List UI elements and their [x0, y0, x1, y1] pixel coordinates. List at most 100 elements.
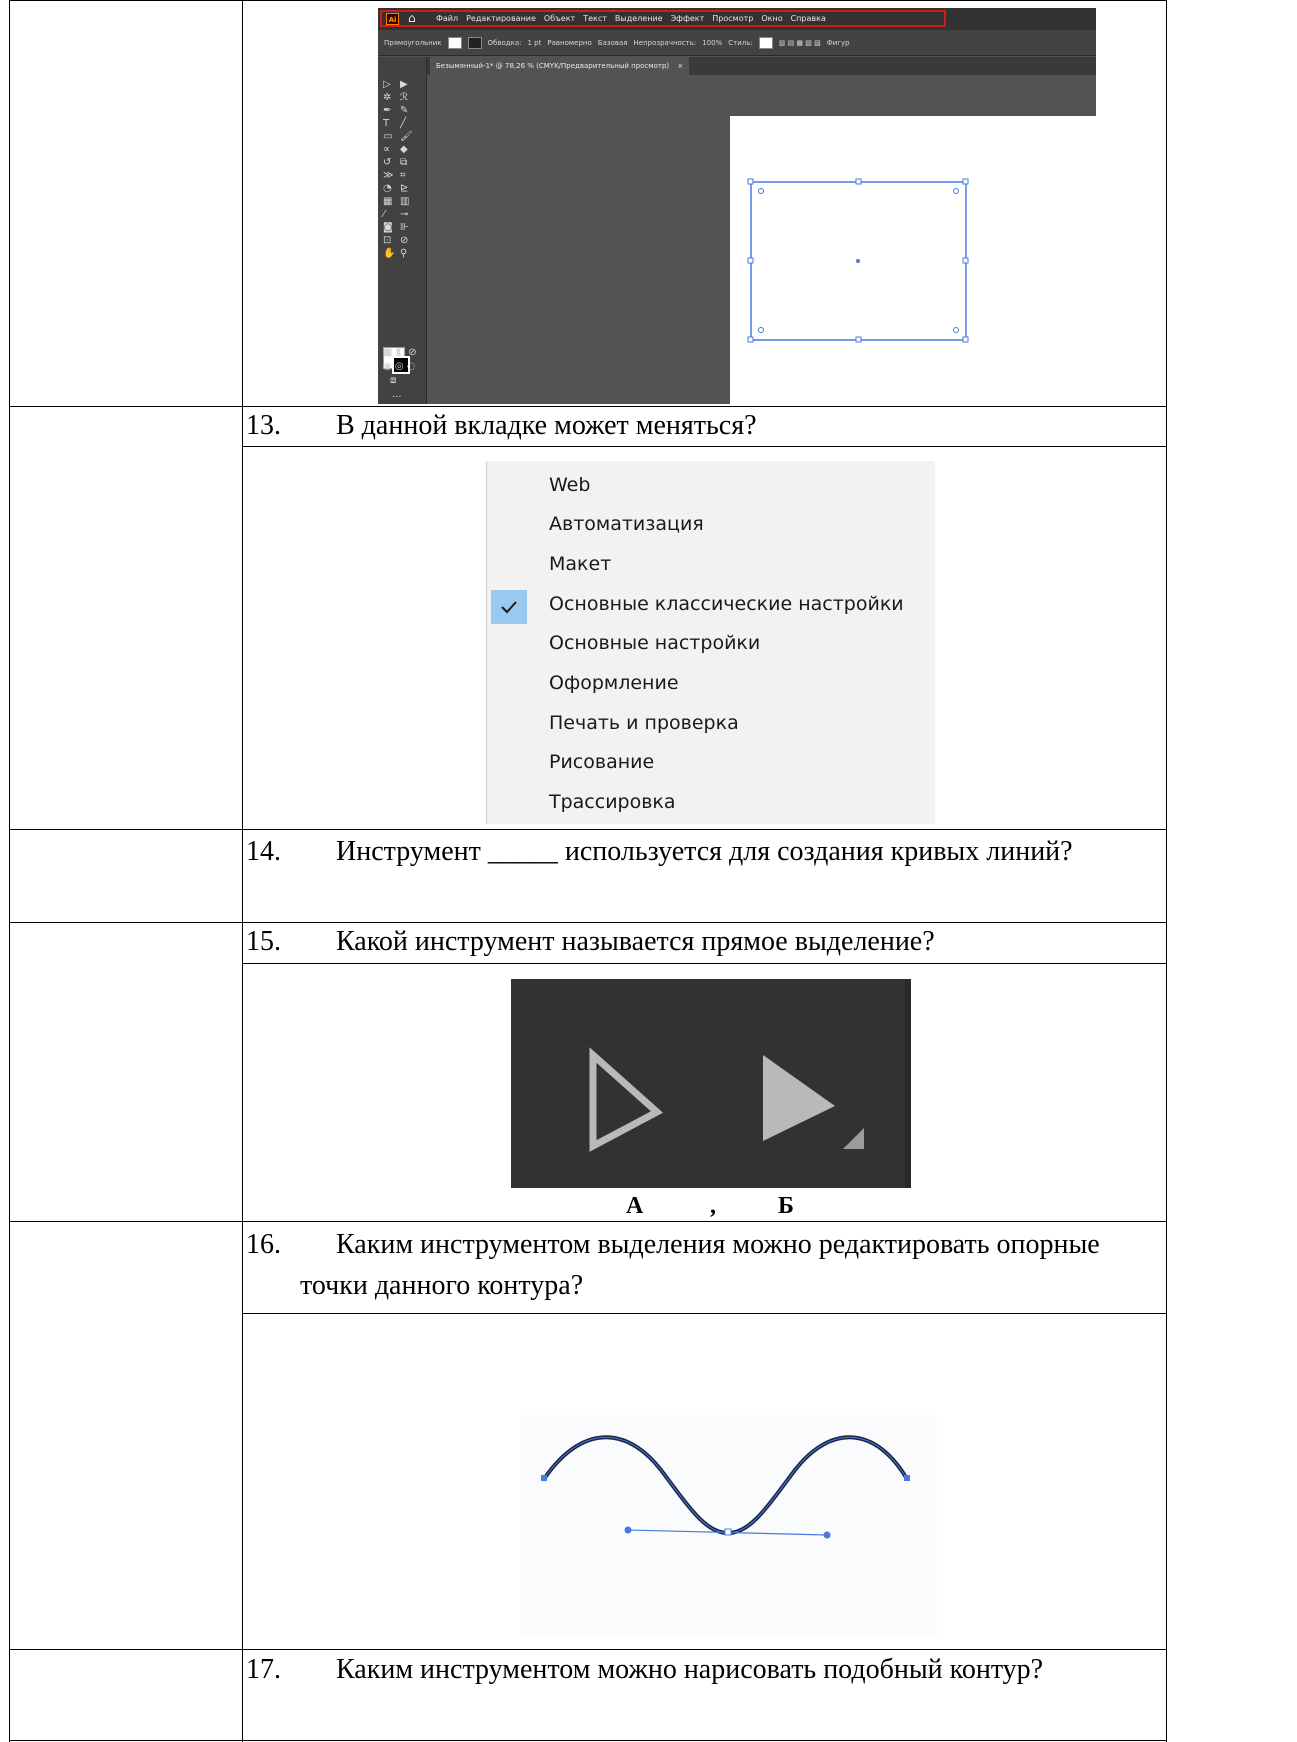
row-divider: [9, 1649, 1167, 1650]
menu-highlight-box: [380, 10, 946, 27]
selection-tools-image: [511, 979, 911, 1188]
menu-item-tracing[interactable]: Трассировка: [549, 790, 676, 814]
graph-tool-icon[interactable]: ⊪: [400, 222, 409, 234]
menu-item-print-proof[interactable]: Печать и проверка: [549, 711, 739, 735]
artboard: [730, 116, 1096, 404]
eyedropper-icon[interactable]: ⁄: [383, 209, 385, 221]
checkmark-highlight: [491, 590, 527, 624]
blend-tool-icon[interactable]: ⊸: [400, 209, 408, 221]
style-swatch[interactable]: [758, 36, 773, 49]
option-b-label: Б: [778, 1193, 794, 1219]
question-15: 15. Какой инструмент называется прямое вы…: [246, 925, 935, 959]
question-text: Инструмент _____ используется для создан…: [336, 836, 1073, 867]
question-text: Какой инструмент называется прямое выдел…: [336, 926, 935, 957]
document-tab[interactable]: Безымянный-1* @ 78,26 % (CMYK/Предварите…: [430, 57, 690, 75]
curve-image: [521, 1415, 937, 1636]
row-divider: [9, 0, 1167, 1]
stroke-label: Обводка:: [487, 38, 522, 47]
table-left-border: [9, 0, 10, 1742]
style-label: Стиль:: [728, 38, 753, 47]
selection-tool-icon[interactable]: ▷: [383, 79, 391, 91]
selection-tool-icons: [589, 1047, 864, 1152]
align-icons[interactable]: ▥ ▤ ▦ ▧ ▨: [779, 38, 821, 48]
artboard-tool-icon[interactable]: ⊡: [383, 235, 391, 247]
close-icon[interactable]: ×: [677, 62, 683, 70]
color-mode-icons[interactable]: ■ ◧ ⊘: [383, 347, 417, 359]
selection-tool-icon: [589, 1047, 664, 1152]
menu-item-drawing[interactable]: Рисование: [549, 750, 654, 774]
pen-tool-icon[interactable]: ✒: [383, 105, 391, 117]
shape-label: Фигур: [826, 38, 850, 47]
direct-selection-tool-icon: [763, 1055, 835, 1141]
object-type-label: Прямоугольник: [384, 38, 442, 47]
question-text: В данной вкладке может меняться?: [336, 410, 757, 441]
row-divider: [9, 406, 1167, 407]
screen-mode-icon[interactable]: ⧈: [390, 375, 396, 387]
row-divider: [9, 1740, 1167, 1741]
document-tab-title: Безымянный-1* @ 78,26 % (CMYK/Предварите…: [436, 62, 670, 70]
direct-selection-tool-icon[interactable]: ▶: [400, 79, 408, 91]
question-number: 14.: [246, 836, 281, 867]
curvature-tool-icon[interactable]: ✎: [400, 105, 408, 117]
rectangle-tool-icon[interactable]: ▭: [383, 131, 392, 143]
lasso-icon[interactable]: ℛ: [400, 92, 408, 104]
menu-separator: [486, 461, 487, 824]
rotate-tool-icon[interactable]: ↺: [383, 157, 391, 169]
question-text-line1: Каким инструментом выделения можно редак…: [336, 1229, 1100, 1260]
table-column-divider: [242, 0, 243, 1742]
eraser-tool-icon[interactable]: ◆: [400, 144, 408, 156]
table-right-border: [1166, 0, 1167, 1742]
control-bar: Прямоугольник Обводка: 1 pt Равномерно Б…: [378, 30, 1096, 56]
cell-divider: [242, 1313, 1167, 1314]
submenu-triangle-icon: [843, 1128, 864, 1149]
question-17: 17. Каким инструментом можно нарисовать п…: [246, 1653, 1043, 1687]
perspective-grid-icon[interactable]: ⊵: [400, 183, 408, 195]
question-16: 16. Каким инструментом выделения можно ре…: [246, 1228, 1100, 1262]
zoom-tool-icon[interactable]: ⚲: [400, 248, 407, 260]
shape-builder-icon[interactable]: ◔: [383, 183, 392, 195]
menu-item-web[interactable]: Web: [549, 473, 590, 497]
menu-item-automation[interactable]: Автоматизация: [549, 512, 704, 536]
menu-item-design[interactable]: Оформление: [549, 671, 679, 695]
hand-tool-icon[interactable]: ✋: [383, 248, 395, 260]
question-number: 17.: [246, 1654, 281, 1685]
image-edge: [905, 979, 911, 1188]
brush-tool-icon[interactable]: 🖌: [400, 131, 413, 143]
option-a-label: А: [626, 1193, 644, 1219]
stroke-swatch[interactable]: [467, 36, 482, 49]
brush-definition[interactable]: Базовая: [598, 38, 628, 48]
width-tool-icon[interactable]: ≫: [383, 170, 393, 182]
stroke-profile[interactable]: Равномерно: [547, 38, 591, 48]
magic-wand-icon[interactable]: ✲: [383, 92, 391, 104]
free-transform-icon[interactable]: ⌗: [400, 170, 406, 182]
bezier-curve[interactable]: [521, 1415, 937, 1636]
document-tab-bar: Безымянный-1* @ 78,26 % (CMYK/Предварите…: [378, 57, 1096, 75]
gradient-tool-icon[interactable]: ▥: [400, 196, 409, 208]
type-tool-icon[interactable]: T: [383, 118, 389, 130]
menu-item-essentials-classic[interactable]: Основные классические настройки: [549, 592, 904, 616]
option-comma: ,: [710, 1193, 716, 1219]
menu-item-essentials[interactable]: Основные настройки: [549, 631, 760, 655]
opacity-label: Непрозрачность:: [633, 38, 697, 47]
opacity-value[interactable]: 100%: [702, 38, 722, 48]
cell-divider: [242, 446, 1167, 447]
shaper-tool-icon[interactable]: ∝: [383, 144, 390, 156]
stroke-weight-value[interactable]: 1 pt: [528, 38, 542, 48]
question-number: 13.: [246, 410, 281, 441]
slice-tool-icon[interactable]: ⊘: [400, 235, 408, 247]
scale-tool-icon[interactable]: ⧉: [400, 157, 407, 169]
checkmark-icon: [501, 601, 517, 614]
menu-item-layout[interactable]: Макет: [549, 552, 611, 576]
row-divider: [9, 922, 1167, 923]
question-number: 16.: [246, 1229, 281, 1260]
symbol-sprayer-icon[interactable]: ◙: [383, 222, 393, 234]
more-tools-icon[interactable]: ...: [392, 389, 402, 401]
line-tool-icon[interactable]: ╱: [400, 118, 406, 130]
workspace-menu: Web Автоматизация Макет Основные классич…: [486, 461, 935, 824]
mesh-tool-icon[interactable]: ▦: [383, 196, 392, 208]
fill-swatch[interactable]: [447, 36, 462, 49]
tools-panel: ▷ ▶ ✲ ℛ ✒ ✎ T ╱ ▭ 🖌 ∝ ◆ ↺ ⧉ ≫ ⌗ ◔ ⊵ ▦ ▥ …: [378, 57, 427, 404]
selected-rectangle[interactable]: [730, 116, 1096, 404]
draw-mode-icons[interactable]: ◉ ◎ ◌: [383, 361, 416, 373]
illustrator-menubar: Ai ⌂ Файл Редактирование Объект Текст Вы…: [378, 8, 1096, 30]
